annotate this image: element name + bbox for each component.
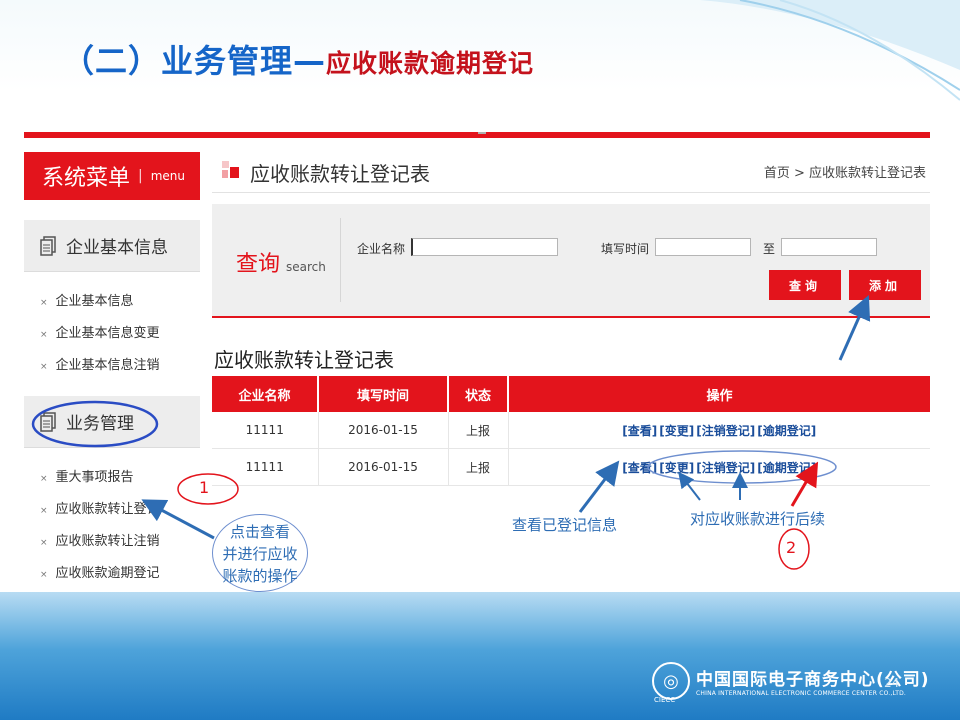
cell-company: 11111 bbox=[212, 448, 319, 486]
sidebar-item-label: 应收账款转让登记 bbox=[55, 502, 160, 517]
sidebar-section-enterprise[interactable]: 企业基本信息 bbox=[24, 220, 200, 272]
sidebar-item-transfer-cancel[interactable]: × 应收账款转让注销 bbox=[40, 530, 160, 549]
add-button[interactable]: 添加 bbox=[849, 270, 921, 300]
bullet-icon: × bbox=[40, 362, 48, 372]
page-header: 应收账款转让登记表 首页 > 应收账款转让登记表 bbox=[212, 152, 930, 193]
sidebar-item-major-report[interactable]: × 重大事项报告 bbox=[40, 466, 134, 485]
sidebar-section-label: 企业基本信息 bbox=[66, 238, 168, 258]
sidebar-section-business[interactable]: 业务管理 bbox=[24, 396, 200, 448]
sidebar-item-enterprise-info[interactable]: × 企业基本信息 bbox=[40, 290, 134, 309]
sidebar-item-transfer-register[interactable]: × 应收账款转让登记 bbox=[40, 498, 160, 517]
table-header-row: 企业名称 填写时间 状态 操作 bbox=[212, 376, 930, 412]
sidebar-item-label: 企业基本信息 bbox=[55, 294, 134, 309]
overdue-register-link[interactable]: [逾期登记] bbox=[757, 461, 816, 475]
column-header: 状态 bbox=[448, 376, 509, 412]
footer-band bbox=[0, 592, 960, 720]
sidebar-item-label: 企业基本信息注销 bbox=[55, 358, 160, 373]
annotation-callout: 点击查看 并进行应收 账款的操作 bbox=[212, 514, 308, 592]
column-header: 操作 bbox=[508, 376, 930, 412]
sidebar-item-overdue-register[interactable]: × 应收账款逾期登记 bbox=[40, 562, 160, 581]
annotation-number-2: 2 bbox=[786, 538, 797, 557]
ciecc-emblem-icon: ◎ bbox=[652, 662, 690, 700]
cancel-register-link[interactable]: [注销登记] bbox=[696, 424, 755, 438]
change-link[interactable]: [变更] bbox=[659, 461, 694, 475]
sidebar: 系统菜单 | menu 企业基本信息 × 企业基本信息 × 企业基本信息变更 × 企业… bbox=[24, 152, 200, 592]
callout-line: 并进行应收 bbox=[222, 545, 298, 563]
callout-line: 点击查看 bbox=[229, 523, 290, 541]
footer-company-en: CHINA INTERNATIONAL ELECTRONIC COMMERCE … bbox=[696, 690, 907, 697]
cell-date: 2016-01-15 bbox=[318, 448, 449, 486]
search-panel-label: 查询 search bbox=[236, 246, 326, 278]
sidebar-item-enterprise-change[interactable]: × 企业基本信息变更 bbox=[40, 322, 160, 341]
footer-logo-text: CIECC bbox=[654, 696, 676, 704]
change-link[interactable]: [变更] bbox=[659, 424, 694, 438]
sidebar-item-label: 重大事项报告 bbox=[55, 470, 134, 485]
page-title: 应收账款转让登记表 bbox=[250, 162, 430, 186]
register-table: 企业名称 填写时间 状态 操作 11111 2016-01-15 上报 [查看]… bbox=[212, 376, 930, 486]
slide-title: （二）业务管理—应收账款逾期登记 bbox=[62, 36, 534, 82]
company-name-input[interactable] bbox=[411, 238, 558, 256]
table-row: 11111 2016-01-15 上报 [查看] [变更] [注销登记] [逾期登记] bbox=[212, 412, 930, 449]
menu-subtitle: menu bbox=[150, 169, 186, 183]
bullet-icon: × bbox=[40, 474, 48, 484]
document-icon bbox=[40, 235, 56, 256]
overdue-register-link[interactable]: [逾期登记] bbox=[757, 424, 816, 438]
slide-title-main: （二）业务管理— bbox=[62, 42, 327, 80]
divider bbox=[340, 218, 341, 302]
search-label-en: search bbox=[286, 260, 326, 274]
search-label-cn: 查询 bbox=[236, 252, 281, 277]
cell-date: 2016-01-15 bbox=[318, 412, 449, 449]
column-header: 企业名称 bbox=[212, 376, 319, 412]
bullet-icon: × bbox=[40, 330, 48, 340]
annotation-followup-note: 对应收账款进行后续 bbox=[690, 510, 826, 528]
view-link[interactable]: [查看] bbox=[622, 424, 657, 438]
callout-line: 账款的操作 bbox=[222, 567, 298, 585]
menu-title: 系统菜单 bbox=[42, 166, 131, 191]
fill-time-label: 填写时间 bbox=[601, 242, 650, 256]
bullet-icon: × bbox=[40, 538, 48, 548]
sidebar-section-label: 业务管理 bbox=[66, 414, 134, 434]
end-date-input[interactable] bbox=[781, 238, 877, 256]
search-panel: 查询 search 企业名称 填写时间 至 查询 添加 bbox=[212, 204, 930, 318]
sidebar-item-label: 企业基本信息变更 bbox=[55, 326, 160, 341]
slide-title-sub: 应收账款逾期登记 bbox=[326, 49, 535, 78]
cell-company: 11111 bbox=[212, 412, 319, 449]
bullet-icon: × bbox=[40, 298, 48, 308]
resize-handle[interactable] bbox=[478, 132, 486, 134]
page-number: 24 bbox=[884, 676, 900, 690]
title-mark-icon bbox=[222, 161, 239, 178]
annotation-view-note: 查看已登记信息 bbox=[512, 516, 618, 534]
cancel-register-link[interactable]: [注销登记] bbox=[696, 461, 755, 475]
company-name-label: 企业名称 bbox=[357, 242, 406, 256]
cell-status: 上报 bbox=[448, 412, 509, 449]
annotation-number-1: 1 bbox=[199, 478, 210, 497]
query-button[interactable]: 查询 bbox=[769, 270, 841, 300]
sidebar-item-enterprise-cancel[interactable]: × 企业基本信息注销 bbox=[40, 354, 160, 373]
bullet-icon: × bbox=[40, 570, 48, 580]
to-label: 至 bbox=[763, 242, 776, 256]
system-menu-header: 系统菜单 | menu bbox=[24, 152, 200, 200]
document-icon bbox=[40, 411, 56, 432]
top-red-bar bbox=[24, 132, 930, 138]
sidebar-item-label: 应收账款逾期登记 bbox=[55, 566, 160, 581]
bullet-icon: × bbox=[40, 506, 48, 516]
list-title: 应收账款转让登记表 bbox=[214, 348, 394, 372]
menu-separator: | bbox=[138, 168, 143, 184]
view-link[interactable]: [查看] bbox=[622, 461, 657, 475]
cell-operations: [查看] [变更] [注销登记] [逾期登记] bbox=[508, 412, 930, 449]
breadcrumb[interactable]: 首页 > 应收账款转让登记表 bbox=[764, 162, 926, 181]
table-row: 11111 2016-01-15 上报 [查看] [变更] [注销登记] [逾期登记] bbox=[212, 448, 930, 486]
start-date-input[interactable] bbox=[655, 238, 751, 256]
cell-operations: [查看] [变更] [注销登记] [逾期登记] bbox=[508, 448, 930, 486]
column-header: 填写时间 bbox=[318, 376, 449, 412]
cell-status: 上报 bbox=[448, 448, 509, 486]
sidebar-item-label: 应收账款转让注销 bbox=[55, 534, 160, 549]
decorative-wave bbox=[700, 0, 960, 110]
